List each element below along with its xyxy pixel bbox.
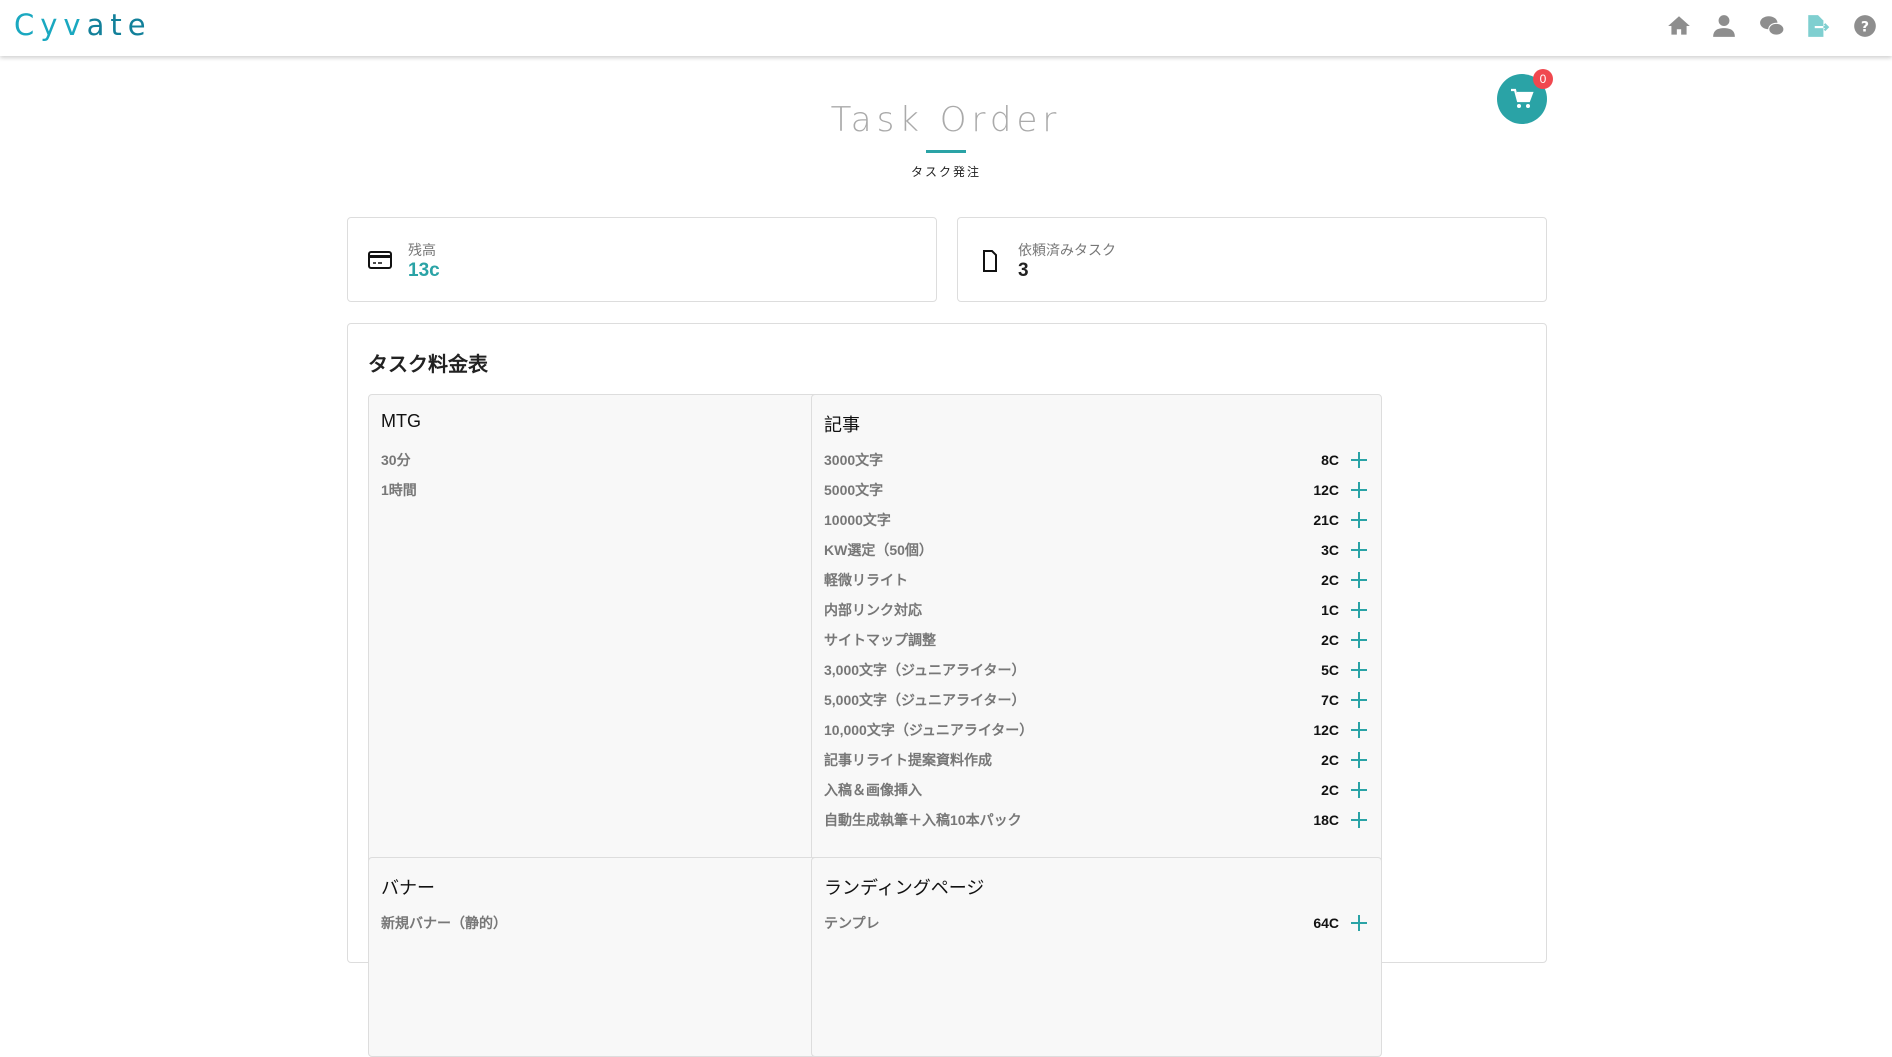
item-price: 21C xyxy=(1313,512,1339,528)
add-plus-icon[interactable] xyxy=(1349,660,1369,680)
item-name: 30分 xyxy=(381,452,411,468)
price-item: 5000文字 12C xyxy=(812,475,1381,505)
item-name: 入稿＆画像挿入 xyxy=(824,782,922,798)
logout-icon[interactable] xyxy=(1805,13,1831,39)
item-price: 8C xyxy=(1321,452,1339,468)
item-name: 記事リライト提案資料作成 xyxy=(824,752,992,768)
price-item: サイトマップ調整 2C xyxy=(812,625,1381,655)
item-name: KW選定（50個） xyxy=(824,542,933,558)
price-item: 軽微リライト 2C xyxy=(812,565,1381,595)
logo[interactable]: Cyvate xyxy=(14,8,152,42)
item-name: 1時間 xyxy=(381,482,417,498)
item-name: 3000文字 xyxy=(824,452,884,468)
price-item: テンプレ 64C xyxy=(812,908,1381,938)
user-icon[interactable] xyxy=(1711,13,1737,39)
price-item: 3,000文字（ジュニアライター） 5C xyxy=(812,655,1381,685)
item-price: 2C xyxy=(1321,782,1339,798)
cart-icon xyxy=(1511,88,1534,108)
add-plus-icon[interactable] xyxy=(1349,510,1369,530)
add-plus-icon[interactable] xyxy=(1349,913,1369,933)
pricing-title: タスク料金表 xyxy=(368,354,488,376)
price-item: KW選定（50個） 3C xyxy=(812,535,1381,565)
item-price: 1C xyxy=(1321,602,1339,618)
item-price: 5C xyxy=(1321,662,1339,678)
item-price: 18C xyxy=(1313,812,1339,828)
price-item: 3000文字 8C xyxy=(812,445,1381,475)
add-plus-icon[interactable] xyxy=(1349,630,1369,650)
balance-label: 残高 xyxy=(408,242,436,258)
panel-title: ランディングページ xyxy=(824,878,985,898)
page-title: Task Order xyxy=(830,100,1062,140)
item-name: 5000文字 xyxy=(824,482,884,498)
add-plus-icon[interactable] xyxy=(1349,690,1369,710)
item-price: 12C xyxy=(1313,722,1339,738)
pricing-table-card: タスク料金表 MTG30分1C1時間2C記事3000文字8C5000文字12C1… xyxy=(347,323,1547,1057)
svg-text:?: ? xyxy=(1861,19,1869,35)
home-icon[interactable] xyxy=(1666,13,1692,39)
add-plus-icon[interactable] xyxy=(1349,450,1369,470)
add-plus-icon[interactable] xyxy=(1349,540,1369,560)
item-price: 2C xyxy=(1321,572,1339,588)
item-price: 12C xyxy=(1313,482,1339,498)
item-name: サイトマップ調整 xyxy=(824,632,936,648)
item-name: 5,000文字（ジュニアライター） xyxy=(824,692,1026,708)
item-name: 新規バナー（静的） xyxy=(381,915,507,931)
item-price: 7C xyxy=(1321,692,1339,708)
balance-card: 残高 13c xyxy=(347,217,937,302)
add-plus-icon[interactable] xyxy=(1349,810,1369,830)
price-item: 自動生成執筆＋入稿10本パック 18C xyxy=(812,805,1381,835)
pricing-panel: 記事 3000文字 8C 5000文字 12C 10000文字 21C KW選定（50個） 3C… xyxy=(811,394,1382,911)
ordered-tasks-label: 依頼済みタスク xyxy=(1018,242,1116,258)
credit-card-icon xyxy=(368,251,392,269)
price-item: 10,000文字（ジュニアライター） 12C xyxy=(812,715,1381,745)
top-nav: Cyvate ? xyxy=(0,0,1892,56)
add-plus-icon[interactable] xyxy=(1349,480,1369,500)
item-price: 2C xyxy=(1321,752,1339,768)
price-item: 記事リライト提案資料作成 2C xyxy=(812,745,1381,775)
item-name: 軽微リライト xyxy=(824,572,908,588)
item-name: 自動生成執筆＋入稿10本パック xyxy=(824,812,1022,828)
price-item: 内部リンク対応 1C xyxy=(812,595,1381,625)
page-subtitle: タスク発注 xyxy=(910,165,981,179)
item-name: 10000文字 xyxy=(824,512,891,528)
price-item: 10000文字 21C xyxy=(812,505,1381,535)
item-name: テンプレ xyxy=(824,915,880,931)
balance-value: 13c xyxy=(408,260,440,281)
ordered-tasks-value: 3 xyxy=(1018,260,1029,281)
cart-count-badge: 0 xyxy=(1533,69,1553,89)
help-icon[interactable]: ? xyxy=(1852,13,1878,39)
add-plus-icon[interactable] xyxy=(1349,600,1369,620)
ordered-tasks-card: 依頼済みタスク 3 xyxy=(957,217,1547,302)
item-name: 3,000文字（ジュニアライター） xyxy=(824,662,1026,678)
add-plus-icon[interactable] xyxy=(1349,570,1369,590)
title-underline xyxy=(926,150,966,153)
item-price: 2C xyxy=(1321,632,1339,648)
add-plus-icon[interactable] xyxy=(1349,720,1369,740)
add-plus-icon[interactable] xyxy=(1349,750,1369,770)
panel-title: 記事 xyxy=(824,415,860,435)
price-item: 5,000文字（ジュニアライター） 7C xyxy=(812,685,1381,715)
item-price: 64C xyxy=(1313,915,1339,931)
item-name: 内部リンク対応 xyxy=(824,602,922,618)
price-item: 入稿＆画像挿入 2C xyxy=(812,775,1381,805)
document-icon xyxy=(983,250,997,272)
add-plus-icon[interactable] xyxy=(1349,780,1369,800)
pricing-panel: ランディングページテンプレ 64C xyxy=(811,857,1382,1057)
chat-icon[interactable] xyxy=(1759,13,1785,39)
item-name: 10,000文字（ジュニアライター） xyxy=(824,722,1034,738)
item-price: 3C xyxy=(1321,542,1339,558)
